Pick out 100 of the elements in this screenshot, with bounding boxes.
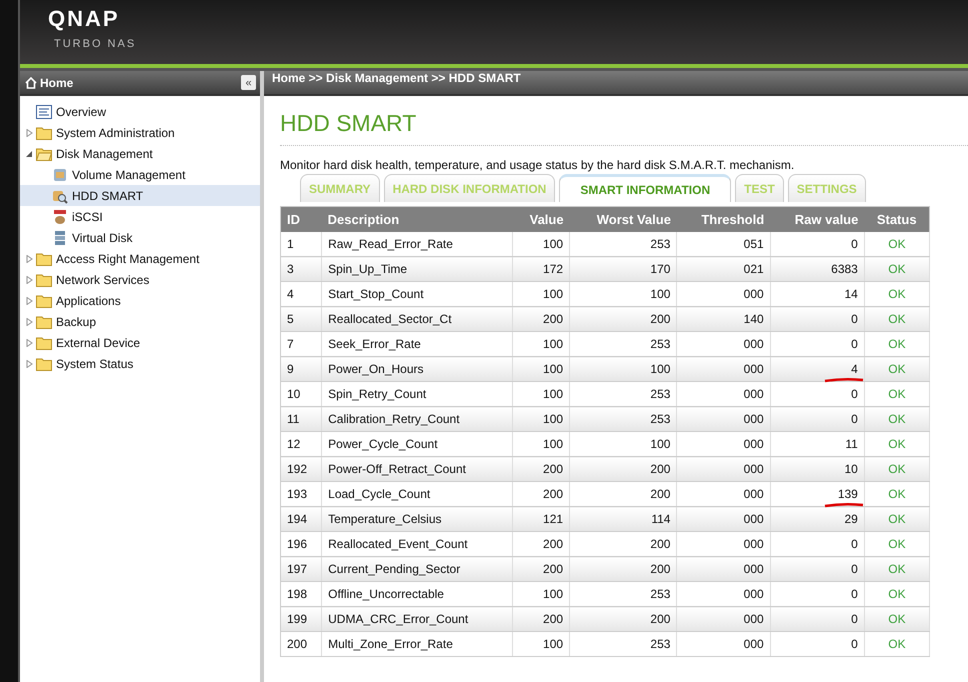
server-icon — [52, 230, 68, 246]
tree-item[interactable]: iSCSI — [20, 206, 260, 227]
table-cell: Power_On_Hours — [322, 356, 512, 382]
table-cell: 000 — [676, 356, 770, 382]
product-name: TURBO NAS — [54, 38, 138, 50]
underline-annotation — [824, 502, 864, 508]
folder-icon — [36, 126, 52, 140]
disk-stack-icon — [52, 166, 68, 182]
expand-arrow-icon[interactable] — [26, 338, 33, 346]
table-cell: 0 — [770, 632, 864, 656]
table-cell: 200 — [570, 606, 677, 632]
table-cell: 0 — [770, 406, 864, 432]
table-cell: 192 — [280, 456, 322, 482]
table-cell: UDMA_CRC_Error_Count — [322, 606, 512, 632]
table-cell: 200 — [280, 632, 322, 656]
expand-arrow-icon[interactable] — [26, 360, 33, 368]
page-title: HDD SMART — [280, 110, 418, 137]
table-cell: 100 — [570, 356, 677, 382]
tree-item[interactable]: Backup — [20, 311, 260, 332]
page-description: Monitor hard disk health, temperature, and usage status by the hard disk S.M.A.R.T. mechanism. — [280, 158, 796, 172]
table-cell: Calibration_Retry_Count — [322, 406, 512, 432]
table-cell: 4 — [770, 356, 864, 382]
collapse-button[interactable]: « — [241, 75, 256, 90]
table-cell: 114 — [570, 506, 677, 532]
table-cell: 3 — [280, 256, 322, 282]
table-cell: OK — [864, 506, 930, 532]
tree-item[interactable]: Applications — [20, 290, 260, 311]
table-cell: Reallocated_Sector_Ct — [322, 306, 512, 332]
table-cell: 253 — [570, 406, 677, 432]
table-cell: 29 — [770, 506, 864, 532]
expand-arrow-icon[interactable] — [26, 318, 33, 326]
tree-item[interactable]: External Device — [20, 332, 260, 353]
folder-icon — [36, 336, 52, 350]
table-cell: Multi_Zone_Error_Rate — [322, 632, 512, 656]
folder-icon — [36, 294, 52, 308]
expand-arrow-icon[interactable] — [26, 254, 33, 262]
expand-arrow-icon[interactable] — [26, 296, 33, 304]
table-cell: 6383 — [770, 256, 864, 282]
tree-item[interactable]: Virtual Disk — [20, 227, 260, 248]
table-cell: 197 — [280, 556, 322, 582]
table-cell: OK — [864, 632, 930, 656]
table-cell: OK — [864, 356, 930, 382]
table-cell: OK — [864, 406, 930, 432]
table-cell: 140 — [676, 306, 770, 332]
table-cell: Spin_Up_Time — [322, 256, 512, 282]
home-icon — [25, 76, 37, 88]
table-cell: OK — [864, 256, 930, 282]
column-header: Raw value — [770, 206, 864, 232]
table-cell: 0 — [770, 306, 864, 332]
logo: QNAP — [48, 6, 121, 32]
tree-item[interactable]: HDD SMART — [20, 185, 260, 206]
table-cell: 253 — [570, 632, 677, 656]
column-header: ID — [280, 206, 322, 232]
table-cell: 200 — [570, 556, 677, 582]
table-cell: 200 — [512, 456, 570, 482]
table-cell: OK — [864, 456, 930, 482]
column-header: Status — [864, 206, 930, 232]
folder-icon — [36, 314, 52, 328]
tree-item[interactable]: System Status — [20, 353, 260, 374]
table-cell: 5 — [280, 306, 322, 332]
folder-icon — [36, 272, 52, 286]
table-cell: 100 — [512, 632, 570, 656]
list-icon — [36, 104, 52, 118]
table-cell: 100 — [512, 406, 570, 432]
table-cell: 100 — [512, 356, 570, 382]
expand-arrow-icon[interactable] — [26, 128, 33, 136]
table-cell: 000 — [676, 632, 770, 656]
table-cell: 000 — [676, 556, 770, 582]
table-cell: Temperature_Celsius — [322, 506, 512, 532]
tree-item[interactable]: Access Right Management — [20, 248, 260, 269]
expand-arrow-icon[interactable] — [26, 276, 33, 284]
tree-item[interactable]: Disk Management — [20, 143, 260, 164]
table-cell: 200 — [512, 606, 570, 632]
column-header: Worst Value — [570, 206, 677, 232]
table-cell: Power-Off_Retract_Count — [322, 456, 512, 482]
tree-item[interactable]: Overview — [20, 101, 260, 122]
table-cell: 194 — [280, 506, 322, 532]
tree-item[interactable]: Network Services — [20, 269, 260, 290]
table-cell: 0 — [770, 606, 864, 632]
open-folder-icon — [36, 146, 52, 160]
table-cell: 9 — [280, 356, 322, 382]
table-cell: Current_Pending_Sector — [322, 556, 512, 582]
table-cell: 170 — [570, 256, 677, 282]
folder-icon — [36, 252, 52, 266]
collapse-arrow-icon[interactable] — [26, 150, 33, 158]
table-cell: 10 — [770, 456, 864, 482]
table-cell: 200 — [512, 556, 570, 582]
table-cell: 199 — [280, 606, 322, 632]
column-header: Value — [512, 206, 570, 232]
column-header: Description — [322, 206, 512, 232]
table-cell: 121 — [512, 506, 570, 532]
table-cell: OK — [864, 556, 930, 582]
underline-annotation — [824, 377, 864, 383]
tree-item[interactable]: Volume Management — [20, 164, 260, 185]
table-cell: OK — [864, 306, 930, 332]
tree-item[interactable]: System Administration — [20, 122, 260, 143]
table-cell: 11 — [280, 406, 322, 432]
disk-icon — [52, 208, 68, 224]
table-cell: 000 — [676, 606, 770, 632]
tab[interactable]: SMART INFORMATION — [559, 174, 732, 202]
